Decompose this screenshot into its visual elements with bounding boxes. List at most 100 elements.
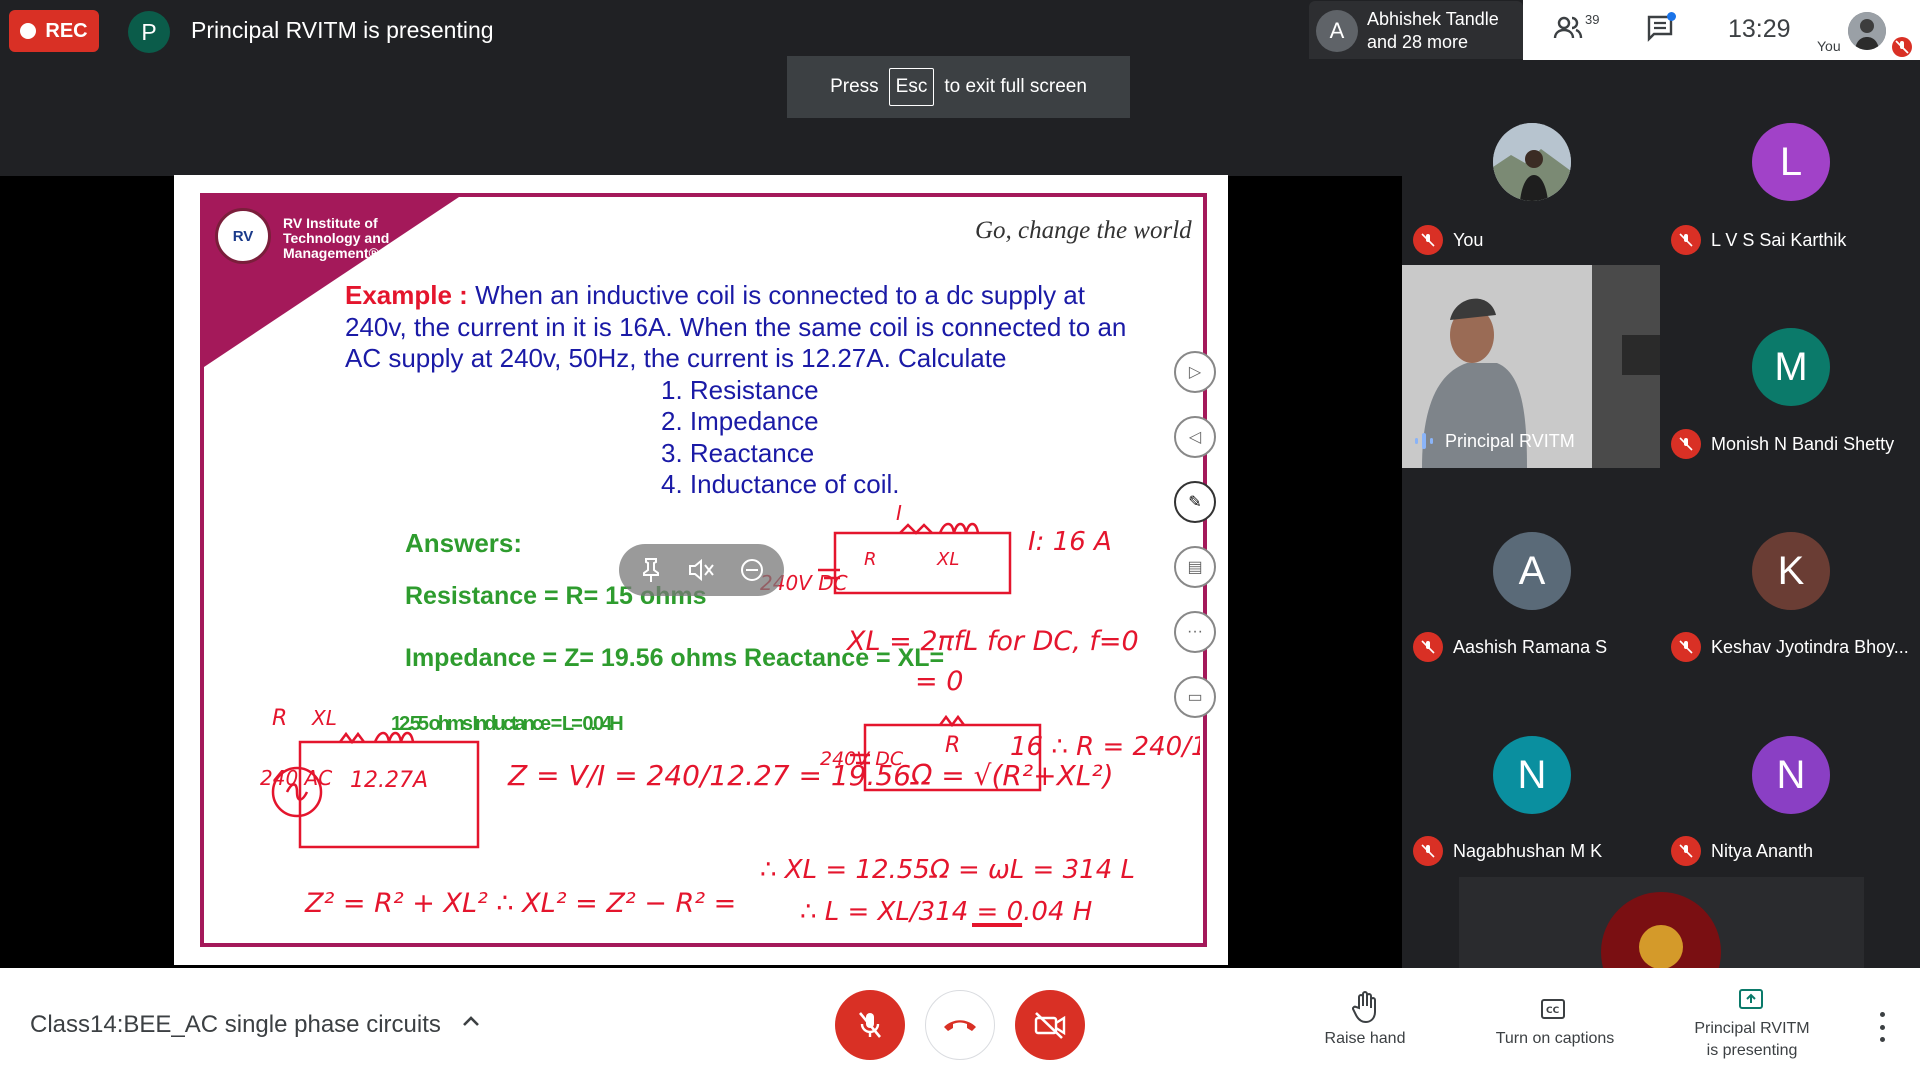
participant-avatar: L (1752, 123, 1830, 201)
self-muted-badge (1892, 37, 1912, 57)
participant-name: You (1453, 229, 1484, 250)
mute-speaker-icon[interactable] (687, 557, 715, 583)
participant-name: L V S Sai Karthik (1711, 229, 1847, 250)
list-item-3: 3. Reactance (661, 438, 815, 468)
raise-hand-button[interactable] (1351, 991, 1379, 1024)
monitor-icon: ▭ (1187, 689, 1203, 706)
participant-name: Monish N Bandi Shetty (1711, 433, 1895, 454)
chevron-up-icon[interactable] (461, 1012, 481, 1038)
back-icon: ◁ (1188, 429, 1202, 446)
present-now-button[interactable] (1738, 988, 1764, 1010)
slides-grid-button[interactable]: ▤ (1174, 546, 1216, 588)
svg-text:CC: CC (1546, 1006, 1560, 1016)
self-label: You (1817, 38, 1841, 54)
mic-off-icon (1671, 836, 1701, 866)
hw-i-label: I (896, 501, 902, 525)
example-line-3: AC supply at 240v, 50Hz, the current is … (345, 343, 1007, 373)
mic-off-icon (1413, 225, 1443, 255)
leave-call-button[interactable] (925, 990, 995, 1060)
participants-chip[interactable]: A Abhishek Tandle and 28 more (1309, 1, 1523, 59)
esc-key: Esc (888, 68, 935, 106)
hw-ac-source: 240 AC (260, 766, 332, 790)
participant-nitya: Nitya Ananth (1671, 836, 1813, 866)
participant-name: Nitya Ananth (1711, 840, 1814, 861)
deity-avatar-image (1601, 892, 1721, 1012)
participant-aashish: Aashish Ramana S (1413, 632, 1607, 662)
present-icon (1739, 989, 1763, 1009)
stage-top-area (0, 60, 1402, 176)
more-options-icon[interactable] (1875, 1012, 1889, 1042)
pin-icon[interactable] (640, 557, 662, 583)
slide-prev-button[interactable]: ◁ (1174, 416, 1216, 458)
presenting-line-1: Principal RVITM (1694, 1020, 1810, 1037)
camera-toggle-button[interactable] (1015, 990, 1085, 1060)
participant-nagabhushan: Nagabhushan M K (1413, 836, 1602, 866)
presenting-line-2: is presenting (1706, 1042, 1798, 1059)
record-dot-icon (20, 23, 37, 39)
participant-count: 39 (1585, 12, 1600, 27)
slide-next-button[interactable]: ▷ (1174, 351, 1216, 393)
slide-tagline: Go, change the world (975, 217, 1192, 244)
presenter-view-button[interactable]: ▭ (1174, 676, 1216, 718)
mic-off-icon (1671, 632, 1701, 662)
more-slide-options-button[interactable]: ··· (1174, 611, 1216, 653)
hw-xl-label-ac: XL (311, 706, 337, 730)
captions-button[interactable]: CC (1540, 998, 1566, 1020)
play-icon: ▷ (1188, 364, 1202, 381)
hw-r-label-top: R (864, 549, 877, 570)
institute-name: RV Institute of Technology and Managemen… (283, 216, 403, 261)
list-item-1: 1. Resistance (661, 375, 819, 405)
meeting-title[interactable]: Class14:BEE_AC single phase circuits (30, 1011, 441, 1039)
raise-hand-label: Raise hand (1324, 1030, 1406, 1047)
slides-icon: ▤ (1187, 559, 1203, 576)
participant-avatar: M (1752, 328, 1830, 406)
self-photo-icon (1493, 123, 1571, 201)
mic-toggle-button[interactable] (835, 990, 905, 1060)
participant-avatar: N (1752, 736, 1830, 814)
hw-xl-zero: = 0 (915, 666, 963, 697)
hw-r-label-mid: R (945, 733, 960, 758)
people-icon (1553, 16, 1583, 39)
institute-logo: RV (215, 208, 271, 264)
institute-line-1: RV Institute of (283, 215, 378, 231)
hw-xl-label-top: XL (936, 549, 959, 570)
toast-press: Press (830, 76, 879, 97)
presenting-title: Principal RVITM is presenting (191, 17, 494, 43)
rec-label: REC (45, 19, 88, 42)
chip-line2: and 28 more (1367, 32, 1469, 52)
hang-up-icon (944, 1020, 976, 1031)
participant-name: Principal RVITM (1445, 430, 1575, 451)
participant-avatar: K (1752, 532, 1830, 610)
presenter-avatar: P (128, 11, 170, 53)
clock: 13:29 (1728, 15, 1791, 43)
pen-icon: ✎ (1188, 494, 1202, 511)
institute-line-2: Technology and (283, 230, 390, 246)
mic-off-icon (1895, 40, 1909, 54)
participants-panel (1402, 60, 1920, 968)
mic-off-icon (1671, 225, 1701, 255)
chat-button[interactable] (1646, 12, 1676, 47)
hw-z-identity: Z² = R² + XL² ∴ XL² = Z² − R² = (304, 888, 736, 919)
example-line-1: Example : When an inductive coil is conn… (345, 280, 1085, 311)
participant-name: Keshav Jyotindra Bhoy... (1711, 636, 1909, 657)
recording-badge: REC (9, 10, 99, 52)
participant-keshav: Keshav Jyotindra Bhoy... (1671, 632, 1909, 662)
institute-line-3: Management® (283, 245, 379, 261)
hw-r-calc: 16 ∴ R = 240/16 = 15Ω (1010, 732, 1200, 762)
self-photo-icon (1848, 12, 1886, 50)
presenting-status: Principal RVITM is presenting (1680, 1018, 1824, 1062)
hw-r-label-ac: R (272, 706, 287, 731)
remove-icon[interactable] (740, 558, 764, 582)
mic-off-icon (1671, 429, 1701, 459)
example-label: Example : (345, 280, 468, 310)
mic-off-icon (1413, 836, 1443, 866)
fullscreen-toast: Press Esc to exit full screen (787, 56, 1130, 118)
pen-tool-button[interactable]: ✎ (1174, 481, 1216, 523)
people-button[interactable]: 39 (1553, 12, 1603, 48)
camera-off-icon (1034, 1012, 1066, 1039)
self-avatar[interactable] (1848, 12, 1886, 50)
captions-icon: CC (1541, 999, 1565, 1019)
hand-icon (1352, 991, 1376, 1024)
chat-notification-dot (1667, 12, 1676, 21)
hw-xl-formula: XL = 2πfL for DC, f=0 (845, 626, 1139, 657)
